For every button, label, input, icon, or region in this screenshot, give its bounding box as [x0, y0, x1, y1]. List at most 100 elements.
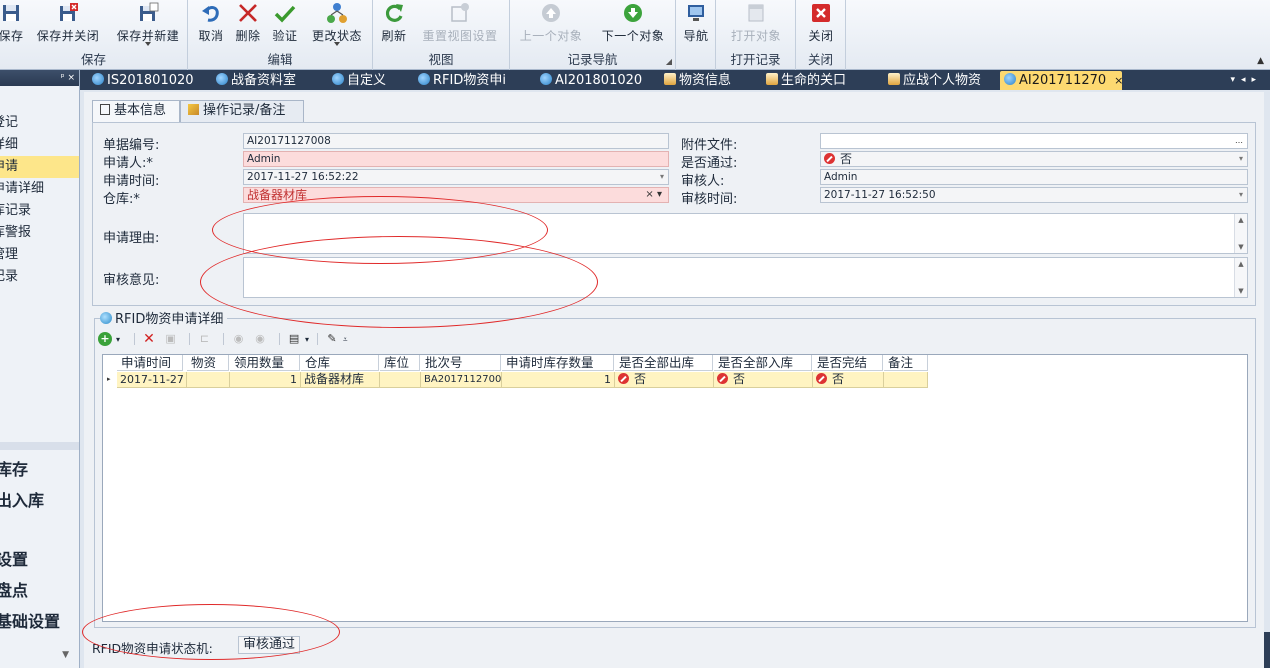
memo-scrollbar[interactable]: ▲ ▼	[1234, 258, 1247, 297]
column-header[interactable]: 申请时间	[117, 355, 183, 371]
nav-item[interactable]: 详细	[0, 134, 79, 156]
doc-tab-active[interactable]: AI201711270 ×	[1000, 71, 1123, 90]
column-header[interactable]: 库位	[380, 355, 420, 371]
change-state-button[interactable]: 更改状态	[308, 2, 366, 50]
attachment-field[interactable]: …	[820, 133, 1248, 149]
tab-basic-info[interactable]: 基本信息	[92, 100, 180, 123]
nav-item[interactable]: 库记录	[0, 200, 79, 222]
undo-icon	[202, 6, 219, 22]
nav-group-inventory[interactable]: 库存	[0, 454, 79, 485]
apply-time-field[interactable]: 2017-11-27 16:52:22 ▾	[243, 169, 669, 185]
state-machine-value[interactable]: 审核通过	[238, 636, 301, 654]
unlink-icon[interactable]: ◉	[232, 332, 246, 346]
opinion-memo[interactable]: ▲ ▼	[243, 257, 1248, 298]
column-header[interactable]: 仓库	[301, 355, 379, 371]
edit-options-icon[interactable]: ✎	[325, 332, 339, 346]
rfid-icon	[100, 312, 112, 324]
pin-icon[interactable]: ᵖ	[61, 73, 65, 83]
close-button[interactable]: 关闭	[804, 2, 838, 50]
chevron-down-icon[interactable]: ▾	[1239, 152, 1243, 166]
link-icon[interactable]: ⊏	[198, 332, 212, 346]
column-header[interactable]: 是否全部出库	[615, 355, 713, 371]
save-layout-icon[interactable]: ▤	[287, 332, 301, 346]
ellipsis-icon[interactable]: …	[1235, 134, 1243, 148]
nav-group-settings[interactable]: 设置	[0, 544, 79, 575]
chevron-down-icon[interactable]: ▾	[1239, 188, 1243, 202]
list-icon	[664, 73, 676, 85]
table-cell[interactable]: 1	[230, 372, 301, 388]
doc-tab[interactable]: 生命的关口	[762, 71, 880, 90]
nav-splitter[interactable]	[0, 442, 79, 450]
save-close-button[interactable]: 保存并关闭	[32, 2, 104, 50]
doc-tab[interactable]: IS201801020	[88, 71, 208, 90]
add-row-icon[interactable]: +	[98, 332, 112, 346]
validate-button[interactable]: 验证	[270, 2, 300, 50]
memo-scrollbar[interactable]: ▲ ▼	[1234, 214, 1247, 253]
group-launcher-icon[interactable]: ◢	[666, 57, 672, 66]
doc-tab[interactable]: 物资信息	[660, 71, 758, 90]
open-object-button[interactable]: 打开对象	[722, 2, 790, 50]
approved-field[interactable]: 否 ▾	[820, 151, 1248, 167]
undo-button[interactable]: 取消	[196, 2, 226, 50]
tab-scroll-controls[interactable]: ▾◂▸	[1230, 70, 1262, 90]
reset-view-button[interactable]: 重置视图设置	[418, 2, 502, 50]
column-header[interactable]: 是否全部入库	[714, 355, 812, 371]
table-cell[interactable]	[380, 372, 421, 388]
close-icon[interactable]: ×	[67, 73, 75, 83]
table-cell[interactable]: BA20171127006	[421, 372, 502, 388]
column-header[interactable]: 批次号	[421, 355, 501, 371]
nav-group-stocktake[interactable]: 盘点	[0, 575, 79, 606]
column-header[interactable]: 备注	[884, 355, 928, 371]
ribbon-collapse-icon[interactable]: ▲	[1257, 56, 1264, 66]
nav-group-basic-settings[interactable]: 基础设置	[0, 606, 79, 637]
column-header[interactable]: 是否完结	[813, 355, 883, 371]
main-scrollbar-thumb[interactable]	[1264, 632, 1270, 668]
next-object-button[interactable]: 下一个对象	[596, 2, 670, 50]
save-new-button[interactable]: 保存并新建	[112, 2, 184, 50]
doc-tab[interactable]: 自定义	[328, 71, 410, 90]
copy-icon[interactable]: ▣	[164, 332, 178, 346]
chevron-down-icon[interactable]: ▾	[660, 170, 664, 184]
doc-tab[interactable]: 应战个人物资	[884, 71, 1000, 90]
column-header[interactable]: 领用数量	[230, 355, 300, 371]
refresh-disabled-icon[interactable]: ◉	[253, 332, 267, 346]
table-cell[interactable]: 战备器材库	[301, 372, 380, 388]
nav-group-in-out[interactable]: 出入库	[0, 485, 79, 516]
column-header[interactable]: 申请时库存数量	[502, 355, 614, 371]
nav-item[interactable]: 记录	[0, 266, 79, 288]
column-header[interactable]: 物资	[187, 355, 229, 371]
chevron-down-icon[interactable]: ▾	[116, 335, 120, 344]
clear-dropdown-icon[interactable]: × ▾	[645, 188, 662, 202]
navigate-button[interactable]: 导航	[680, 2, 712, 50]
nav-item[interactable]: 管理	[0, 244, 79, 266]
table-cell[interactable]	[187, 372, 230, 388]
doc-tab[interactable]: RFID物资申i	[414, 71, 534, 90]
table-cell[interactable]	[884, 372, 928, 388]
save-button[interactable]: 保存	[0, 2, 26, 50]
nav-item[interactable]: 申请详细	[0, 178, 79, 200]
chevron-down-icon[interactable]: ▾	[305, 335, 309, 344]
applicant-field[interactable]: Admin	[243, 151, 669, 167]
delete-button[interactable]: 删除	[233, 2, 263, 50]
delete-row-icon[interactable]: ✕	[142, 332, 156, 346]
chevron-down-icon[interactable]: ▼	[62, 650, 69, 660]
nav-item-active[interactable]: 申请	[0, 156, 79, 178]
reason-memo[interactable]: ▲ ▼	[243, 213, 1248, 254]
close-tab-icon[interactable]: ×	[1114, 74, 1123, 87]
doc-tab[interactable]: AI201801020	[536, 71, 658, 90]
table-cell[interactable]: 1	[502, 372, 615, 388]
warehouse-field[interactable]: 战备器材库 × ▾	[243, 187, 669, 203]
refresh-button[interactable]: 刷新	[379, 2, 409, 50]
doc-tab[interactable]: 战备资料室	[212, 71, 324, 90]
table-cell[interactable]: 否	[615, 372, 714, 388]
customize-toolbar-icon[interactable]: ⩡	[343, 335, 348, 344]
nav-item[interactable]: 库警报	[0, 222, 79, 244]
review-time-field[interactable]: 2017-11-27 16:52:50 ▾	[820, 187, 1248, 203]
previous-object-button[interactable]: 上一个对象	[514, 2, 588, 50]
nav-item[interactable]: 登记	[0, 112, 79, 134]
table-cell[interactable]: 否	[714, 372, 813, 388]
tab-operation-log[interactable]: 操作记录/备注	[180, 100, 304, 122]
table-cell[interactable]: 否	[813, 372, 884, 388]
table-cell[interactable]: 2017-11-27	[117, 372, 187, 388]
ribbon-group-title: 记录导航	[567, 52, 618, 67]
